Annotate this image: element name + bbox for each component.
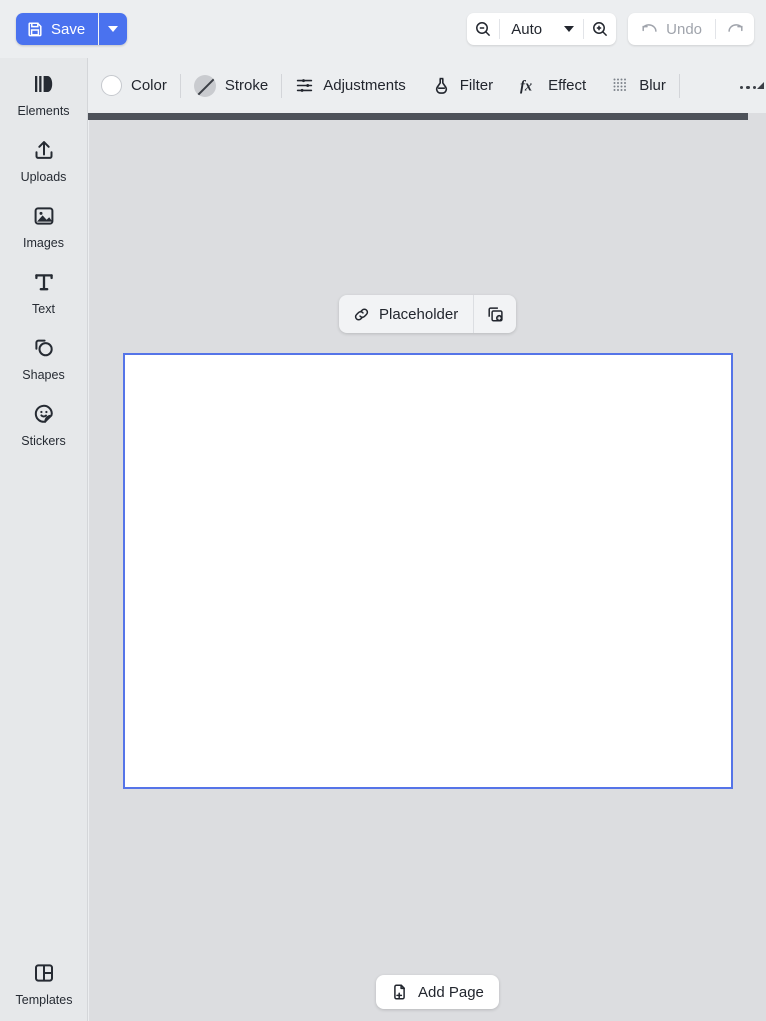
floppy-disk-icon	[27, 21, 43, 37]
zoom-level-select[interactable]: Auto	[500, 13, 583, 45]
image-icon	[31, 203, 57, 229]
save-button-group: Save	[16, 13, 128, 45]
more-options-icon	[739, 82, 764, 89]
sidebar-item-label: Uploads	[20, 170, 67, 184]
sidebar-item-text[interactable]: Text	[0, 256, 87, 322]
svg-text:fx: fx	[520, 78, 532, 94]
sidebar-item-images[interactable]: Images	[0, 190, 87, 256]
toolbar-overflow-button[interactable]	[739, 82, 766, 89]
context-toolbar: Color Stroke Adjustments Filter fx Effec…	[88, 58, 766, 113]
link-chain-icon	[353, 306, 370, 323]
save-dropdown-button[interactable]	[99, 13, 128, 45]
top-right-controls: Auto Undo	[467, 13, 754, 45]
fx-icon: fx	[519, 76, 539, 95]
horizontal-scrollbar-thumb[interactable]	[88, 113, 748, 120]
zoom-control-group: Auto	[467, 13, 617, 45]
canvas-workspace[interactable]: Placeholder Add Page	[89, 120, 766, 1021]
toolbar-item-effect[interactable]: fx Effect	[506, 66, 599, 106]
flask-icon	[432, 76, 451, 95]
canvas-page[interactable]	[123, 353, 733, 789]
sidebar-item-uploads[interactable]: Uploads	[0, 124, 87, 190]
toolbar-item-stroke[interactable]: Stroke	[181, 66, 281, 106]
toolbar-item-color[interactable]: Color	[88, 66, 180, 106]
sidebar-item-label: Stickers	[21, 434, 66, 448]
undo-button[interactable]: Undo	[628, 13, 715, 45]
save-button-label: Save	[51, 20, 86, 38]
sidebar-item-label: Templates	[15, 993, 73, 1007]
sidebar-item-label: Images	[23, 236, 64, 250]
sidebar-item-elements[interactable]: Elements	[0, 58, 87, 124]
duplicate-plus-icon	[486, 305, 505, 324]
chevron-down-icon	[564, 26, 575, 32]
redo-arrow-icon	[726, 22, 744, 36]
sidebar-item-label: Text	[32, 302, 55, 316]
magnifier-minus-icon	[474, 20, 492, 38]
sidebar-item-label: Elements	[17, 104, 70, 118]
text-t-icon	[31, 269, 57, 295]
chevron-down-icon	[108, 26, 119, 32]
image-editor-app: Save Auto Undo Elements Uploads Images T…	[0, 0, 766, 1021]
blur-dots-icon	[612, 77, 630, 95]
magnifier-plus-icon	[591, 20, 609, 38]
toolbar-divider	[678, 73, 680, 98]
zoom-out-button[interactable]	[467, 13, 499, 45]
zoom-in-button[interactable]	[584, 13, 616, 45]
sidebar-item-label: Shapes	[22, 368, 65, 382]
shapes-icon	[31, 335, 57, 361]
placeholder-label: Placeholder	[379, 305, 459, 323]
save-button[interactable]: Save	[16, 13, 99, 45]
undo-arrow-icon	[641, 22, 659, 36]
history-control-group: Undo	[628, 13, 754, 45]
sliders-icon	[295, 76, 314, 95]
sidebar-item-shapes[interactable]: Shapes	[0, 322, 87, 388]
toolbar-item-label: Effect	[548, 77, 587, 94]
elements-icon	[31, 71, 57, 97]
placeholder-floating-toolbar: Placeholder	[339, 295, 517, 333]
placeholder-button[interactable]: Placeholder	[339, 295, 473, 333]
left-sidebar: Elements Uploads Images Text Shapes Stic…	[0, 58, 88, 1021]
add-page-label: Add Page	[418, 983, 484, 1001]
horizontal-scrollbar-track[interactable]	[88, 113, 766, 120]
toolbar-item-adjustments[interactable]: Adjustments	[282, 66, 419, 106]
sticker-smiley-icon	[31, 401, 57, 427]
sidebar-item-templates[interactable]: Templates	[0, 947, 88, 1013]
top-toolbar: Save Auto Undo	[0, 0, 766, 58]
color-swatch-circle	[101, 75, 122, 96]
redo-button[interactable]	[716, 13, 754, 45]
zoom-level-value: Auto	[511, 20, 543, 38]
sidebar-item-stickers[interactable]: Stickers	[0, 388, 87, 454]
duplicate-placeholder-button[interactable]	[474, 295, 516, 333]
toolbar-item-label: Adjustments	[323, 77, 406, 94]
toolbar-item-label: Stroke	[224, 77, 269, 94]
toolbar-item-label: Color	[131, 77, 167, 94]
page-plus-icon	[391, 983, 409, 1001]
toolbar-item-filter[interactable]: Filter	[419, 66, 506, 106]
toolbar-item-label: Filter	[459, 77, 494, 94]
toolbar-item-blur[interactable]: Blur	[599, 66, 679, 106]
templates-layout-icon	[31, 960, 57, 986]
add-page-button[interactable]: Add Page	[376, 975, 499, 1009]
sidebar-bottom-section: Templates	[0, 947, 88, 1013]
upload-icon	[31, 137, 57, 163]
undo-button-label: Undo	[666, 20, 702, 38]
toolbar-item-label: Blur	[639, 77, 666, 94]
stroke-none-icon	[193, 74, 216, 97]
